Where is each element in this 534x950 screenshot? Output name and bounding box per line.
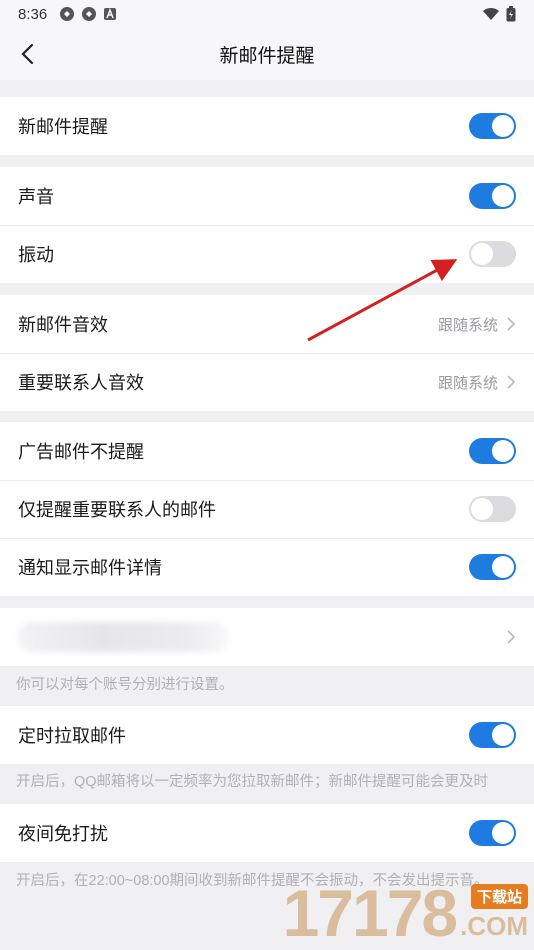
- vibrate-label: 振动: [18, 245, 54, 265]
- night-mode-toggle[interactable]: [469, 820, 516, 846]
- chevron-right-icon: [507, 630, 516, 644]
- account-row[interactable]: [0, 608, 534, 666]
- settings-group-filters: 广告邮件不提醒 仅提醒重要联系人的邮件 通知显示邮件详情: [0, 422, 534, 596]
- scheduled-hint: 开启后，QQ邮箱将以一定频率为您拉取新邮件；新邮件提醒可能会更及时: [16, 774, 489, 790]
- text-notification-icon: [104, 8, 117, 20]
- ad-no-alert-row: 广告邮件不提醒: [0, 422, 534, 480]
- ad-no-alert-toggle[interactable]: [469, 438, 516, 464]
- night-mode-row: 夜间免打扰: [0, 804, 534, 862]
- nav-bar: 新邮件提醒: [0, 28, 534, 80]
- settings-group-alert: 新邮件提醒: [0, 97, 534, 155]
- back-button[interactable]: [12, 38, 42, 70]
- new-mail-alert-label: 新邮件提醒: [18, 117, 108, 137]
- account-hint: 你可以对每个账号分别进行设置。: [16, 677, 234, 693]
- blurred-account-name: [18, 622, 228, 652]
- settings-group-fetch: 定时拉取邮件: [0, 706, 534, 764]
- new-mail-sound-value: 跟随系统: [437, 316, 498, 334]
- chevron-right-icon: [507, 375, 516, 389]
- new-mail-sound-row[interactable]: 新邮件音效 跟随系统: [0, 295, 534, 353]
- battery-icon: [506, 6, 516, 22]
- settings-group-account: [0, 608, 534, 666]
- watermark-suffix: .COM: [460, 911, 528, 941]
- app-notification-icon: [82, 7, 97, 21]
- vip-only-toggle[interactable]: [469, 496, 516, 522]
- watermark-badge: 下载站: [470, 884, 528, 909]
- vip-sound-label: 重要联系人音效: [18, 373, 144, 393]
- vibrate-row: 振动: [0, 225, 534, 283]
- vip-sound-row[interactable]: 重要联系人音效 跟随系统: [0, 353, 534, 411]
- sound-toggle[interactable]: [469, 183, 516, 209]
- sound-label: 声音: [18, 187, 54, 207]
- scheduled-fetch-row: 定时拉取邮件: [0, 706, 534, 764]
- night-mode-label: 夜间免打扰: [18, 824, 108, 844]
- chevron-right-icon: [507, 317, 516, 331]
- new-mail-sound-label: 新邮件音效: [18, 315, 108, 335]
- new-mail-alert-row: 新邮件提醒: [0, 97, 534, 155]
- vip-only-label: 仅提醒重要联系人的邮件: [18, 500, 216, 520]
- page-title: 新邮件提醒: [219, 45, 315, 67]
- vibrate-toggle[interactable]: [469, 241, 516, 267]
- ad-no-alert-label: 广告邮件不提醒: [18, 442, 144, 462]
- watermark-logo: 17178 下载站 .COM: [283, 880, 528, 946]
- sound-row: 声音: [0, 167, 534, 225]
- settings-group-effects: 新邮件音效 跟随系统 重要联系人音效 跟随系统: [0, 295, 534, 411]
- show-detail-label: 通知显示邮件详情: [18, 558, 162, 578]
- watermark-digits: 17178: [282, 876, 459, 950]
- wifi-icon: [483, 7, 499, 20]
- status-bar: 8:36: [0, 0, 534, 28]
- vip-sound-value: 跟随系统: [437, 374, 498, 392]
- scheduled-fetch-label: 定时拉取邮件: [18, 726, 126, 746]
- status-time: 8:36: [18, 5, 48, 23]
- vip-only-row: 仅提醒重要联系人的邮件: [0, 480, 534, 538]
- settings-group-night: 夜间免打扰: [0, 804, 534, 862]
- scheduled-fetch-toggle[interactable]: [469, 722, 516, 748]
- new-mail-alert-toggle[interactable]: [469, 113, 516, 139]
- back-arrow-icon: [21, 43, 34, 65]
- show-detail-toggle[interactable]: [469, 554, 516, 580]
- app-notification-icon: [60, 7, 75, 21]
- settings-group-sound: 声音 振动: [0, 167, 534, 283]
- show-detail-row: 通知显示邮件详情: [0, 538, 534, 596]
